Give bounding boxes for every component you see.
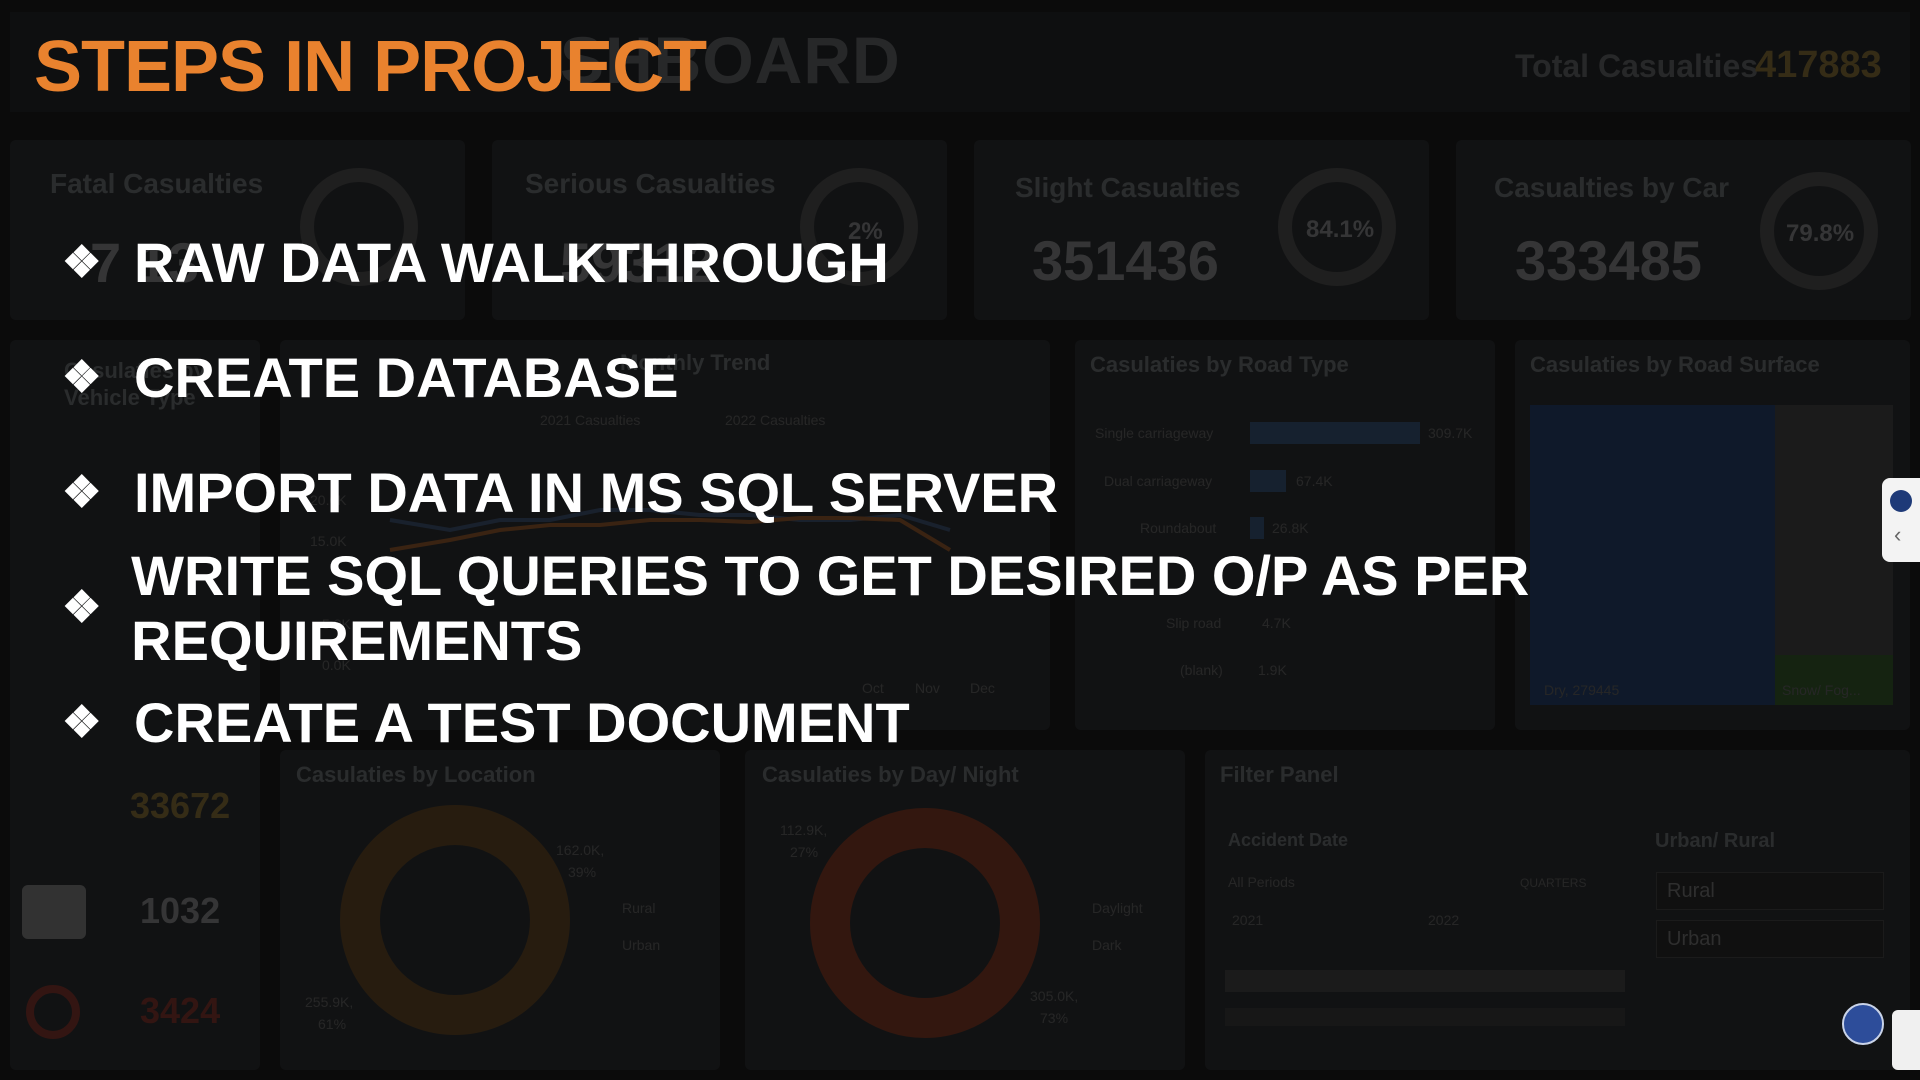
location-label: 162.0K,	[556, 842, 605, 858]
kpi-label: Serious Casualties	[525, 168, 776, 199]
day-night-label: 112.9K,	[780, 822, 828, 838]
vehicle-value: 1032	[140, 890, 221, 931]
diamond-bullet-icon: ❖	[62, 468, 102, 517]
year-label: 2022	[1428, 912, 1460, 928]
step-item: ❖ RAW DATA WALKTHROUGH	[62, 205, 1902, 320]
kpi-label: Casualties by Car	[1494, 172, 1729, 203]
filter-option-rural[interactable]: Rural	[1656, 872, 1884, 910]
filter-option-urban[interactable]: Urban	[1656, 920, 1884, 958]
prohibited-icon	[26, 985, 80, 1039]
step-item: ❖ CREATE A TEST DOCUMENT	[62, 665, 1902, 780]
urban-rural-label: Urban/ Rural	[1655, 830, 1776, 852]
date-scrollbar[interactable]	[1225, 1008, 1625, 1026]
total-casualties-label: Total Casualties	[1515, 48, 1759, 84]
slide-title: STEPS IN PROJECT	[34, 27, 707, 107]
step-text: RAW DATA WALKTHROUGH	[134, 231, 889, 294]
step-text: WRITE SQL QUERIES TO GET DESIRED O/P AS …	[131, 543, 1530, 672]
year-label: 2021	[1232, 912, 1264, 928]
step-text: IMPORT DATA IN MS SQL SERVER	[134, 461, 1059, 524]
step-item: ❖ WRITE SQL QUERIES TO GET DESIRED O/P A…	[62, 544, 1902, 672]
day-night-label: 27%	[790, 844, 819, 860]
total-casualties-value: 417883	[1755, 44, 1882, 86]
location-label: 255.9K,	[305, 994, 354, 1010]
vehicle-value: 3424	[140, 990, 221, 1031]
side-panel-tab[interactable]: ‹	[1882, 478, 1920, 562]
day-night-label: 73%	[1040, 1010, 1069, 1026]
steps-list: ❖ RAW DATA WALKTHROUGH ❖ CREATE DATABASE…	[62, 205, 1902, 780]
vehicle-value: 33672	[130, 785, 231, 826]
legend-urban: Urban	[622, 937, 661, 953]
all-periods-label: All Periods	[1228, 874, 1295, 890]
legend-daylight: Daylight	[1092, 900, 1143, 916]
diamond-bullet-icon: ❖	[62, 583, 102, 632]
diamond-bullet-icon: ❖	[62, 238, 102, 287]
record-icon[interactable]	[1890, 490, 1912, 512]
day-night-label: 305.0K,	[1030, 988, 1079, 1004]
step-item: ❖ IMPORT DATA IN MS SQL SERVER	[62, 435, 1902, 550]
accident-date-label: Accident Date	[1228, 830, 1349, 850]
kpi-label: Slight Casualties	[1015, 172, 1241, 203]
chevron-left-icon[interactable]: ‹	[1894, 522, 1901, 548]
legend-rural: Rural	[622, 900, 656, 916]
channel-logo-icon	[1842, 1003, 1884, 1045]
location-donut	[340, 805, 570, 1035]
step-item: ❖ CREATE DATABASE	[62, 320, 1902, 435]
quarters-dropdown[interactable]: QUARTERS	[1520, 876, 1586, 890]
kpi-label: Fatal Casualties	[50, 168, 264, 199]
location-label: 39%	[568, 864, 597, 880]
tractor-icon	[22, 885, 86, 939]
step-text: CREATE A TEST DOCUMENT	[134, 691, 910, 754]
diamond-bullet-icon: ❖	[62, 353, 102, 402]
day-night-donut	[810, 808, 1040, 1038]
legend-dark: Dark	[1092, 937, 1122, 953]
location-label: 61%	[318, 1016, 347, 1032]
step-text: CREATE DATABASE	[134, 346, 679, 409]
corner-panel-tab[interactable]	[1892, 1010, 1920, 1070]
date-slicer-bar[interactable]	[1225, 970, 1625, 992]
diamond-bullet-icon: ❖	[62, 698, 102, 747]
